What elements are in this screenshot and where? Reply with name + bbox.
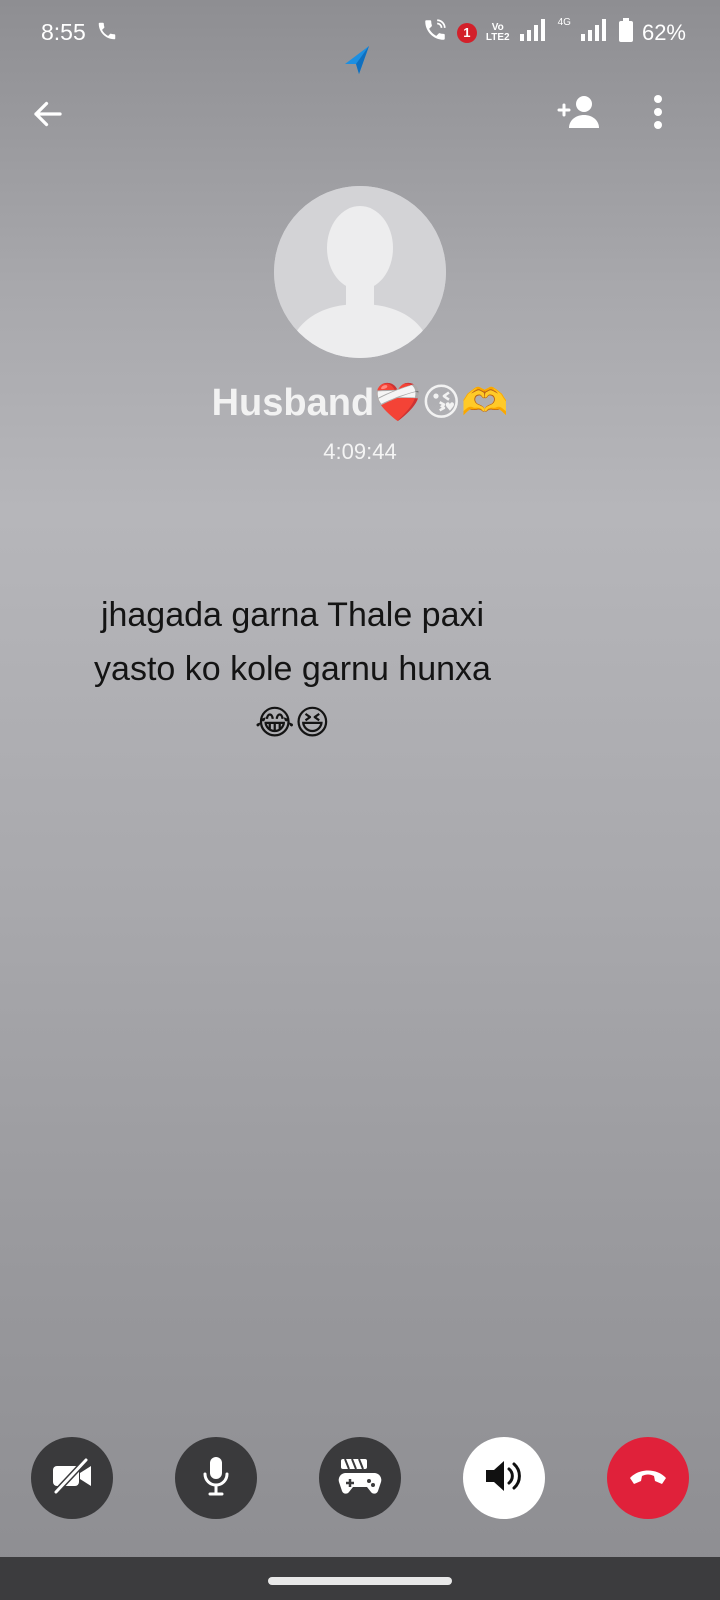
caption-line: yasto ko kole garnu hunxa — [94, 650, 491, 688]
speaker-button[interactable] — [463, 1437, 545, 1519]
microphone-button[interactable] — [175, 1437, 257, 1519]
microphone-icon — [201, 1455, 231, 1502]
status-icons: 1 Vo LTE2 4G 62% — [422, 17, 686, 49]
game-controller-icon — [337, 1455, 383, 1502]
caption-text: jhagada garna Thale paxi yasto ko kole g… — [40, 588, 545, 750]
caller-name: Husband❤️‍🩹😘🫶 — [211, 382, 509, 424]
location-arrow-icon — [337, 40, 377, 80]
battery-icon — [618, 18, 633, 48]
more-options-icon[interactable] — [640, 88, 676, 136]
camera-off-button[interactable] — [31, 1437, 113, 1519]
caption-emoji: 😂😆 — [254, 704, 331, 742]
call-duration: 4:09:44 — [323, 439, 397, 464]
end-call-button[interactable] — [607, 1437, 689, 1519]
signal-icon-2 — [580, 18, 610, 48]
call-controls — [0, 1437, 720, 1519]
speaker-icon — [483, 1457, 525, 1500]
effects-games-button[interactable] — [319, 1437, 401, 1519]
wifi-call-icon — [422, 17, 448, 49]
notification-badge: 1 — [456, 23, 477, 43]
back-arrow-icon[interactable] — [24, 90, 72, 138]
camera-off-icon — [50, 1456, 94, 1501]
network-type-label: 4G — [557, 17, 571, 28]
battery-percent: 62% — [641, 20, 686, 45]
add-person-icon[interactable] — [551, 88, 605, 136]
ongoing-call-icon — [96, 20, 118, 42]
caption-line: jhagada garna Thale paxi — [100, 596, 485, 634]
signal-icon-1 — [519, 18, 549, 48]
home-indicator[interactable] — [268, 1577, 452, 1585]
caller-avatar — [274, 186, 446, 358]
volte-label: Vo LTE2 — [485, 22, 510, 43]
hang-up-icon — [627, 1465, 669, 1492]
status-time: 8:55 — [41, 19, 86, 45]
